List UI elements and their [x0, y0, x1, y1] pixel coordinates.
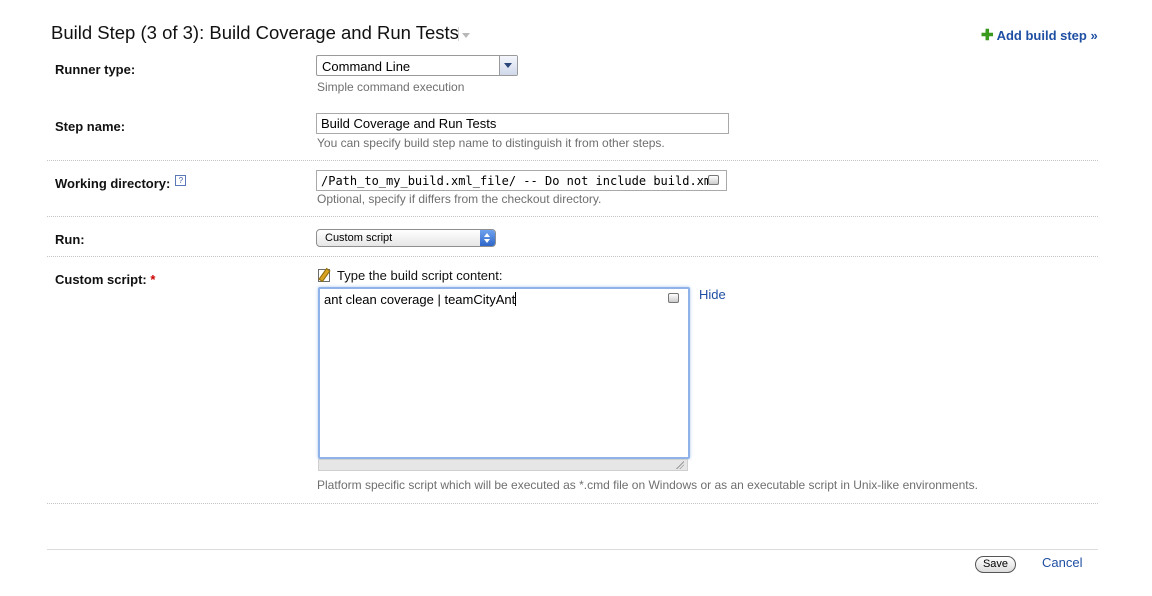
- chevron-down-icon: [504, 63, 512, 68]
- footer-divider: [47, 549, 1098, 550]
- custom-script-text: ant clean coverage | teamCityAnt: [324, 292, 516, 307]
- resize-handle-icon[interactable]: [676, 461, 684, 469]
- custom-script-note: Platform specific script which will be e…: [317, 478, 978, 492]
- custom-script-textarea[interactable]: ant clean coverage | teamCityAnt: [318, 287, 690, 459]
- runner-type-label: Runner type:: [55, 62, 136, 77]
- custom-script-label-text: Custom script:: [55, 272, 147, 287]
- working-directory-label-text: Working directory:: [55, 176, 171, 191]
- runner-type-note: Simple command execution: [317, 80, 465, 94]
- textarea-resize-bar[interactable]: [318, 459, 688, 471]
- run-value: Custom script: [325, 232, 393, 244]
- script-caption: Type the build script content:: [337, 268, 503, 283]
- divider: [47, 216, 1098, 217]
- step-name-input[interactable]: Build Coverage and Run Tests: [316, 113, 729, 134]
- step-menu-button[interactable]: [458, 27, 471, 41]
- save-button[interactable]: Save: [975, 556, 1016, 573]
- page-title: Build Step (3 of 3): Build Coverage and …: [51, 22, 459, 43]
- run-select[interactable]: Custom script: [316, 229, 496, 247]
- cancel-link[interactable]: Cancel: [1042, 555, 1082, 570]
- hide-link[interactable]: Hide: [699, 287, 726, 302]
- dropdown-button[interactable]: [499, 56, 517, 75]
- working-directory-label: Working directory:?: [55, 175, 187, 191]
- required-marker: *: [150, 272, 156, 287]
- field-options-icon[interactable]: [708, 175, 719, 185]
- working-directory-input[interactable]: /Path_to_my_build.xml_file/ -- Do not in…: [316, 170, 727, 191]
- custom-script-content: ant clean coverage | teamCityAnt: [324, 292, 517, 307]
- step-name-note: You can specify build step name to disti…: [317, 136, 665, 150]
- plus-icon: ✚: [981, 27, 994, 44]
- add-build-step-label: Add build step »: [996, 28, 1098, 43]
- chevron-down-icon: [462, 33, 470, 38]
- divider: [47, 160, 1098, 161]
- step-name-label: Step name:: [55, 119, 126, 134]
- add-build-step-link[interactable]: ✚ Add build step »: [981, 26, 1098, 44]
- stepper-icon: [480, 230, 495, 246]
- text-caret: [515, 292, 517, 306]
- field-options-icon[interactable]: [668, 293, 679, 303]
- working-directory-note: Optional, specify if differs from the ch…: [317, 192, 602, 206]
- divider: [47, 256, 1098, 257]
- working-directory-value: /Path_to_my_build.xml_file/ -- Do not in…: [321, 174, 719, 188]
- divider: [47, 503, 1098, 504]
- run-label: Run:: [55, 232, 85, 247]
- runner-type-select[interactable]: Command Line: [316, 55, 518, 76]
- edit-icon: [318, 267, 331, 283]
- help-icon[interactable]: ?: [175, 175, 187, 186]
- custom-script-label: Custom script: *: [55, 272, 155, 287]
- runner-type-value: Command Line: [322, 59, 411, 74]
